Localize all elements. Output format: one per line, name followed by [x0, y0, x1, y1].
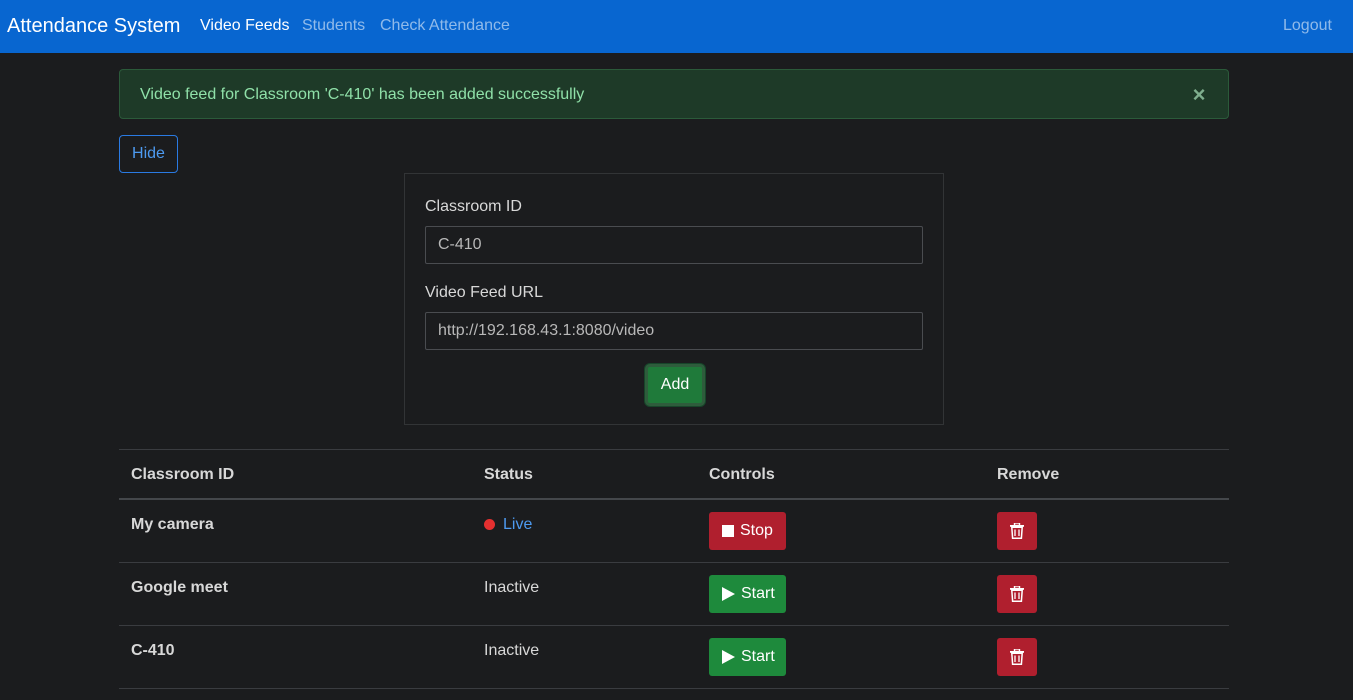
start-button[interactable]: Start — [709, 638, 786, 676]
nav-video-feeds[interactable]: Video Feeds — [200, 16, 290, 36]
table-row: My camera Live Stop — [119, 500, 1229, 563]
feeds-table: Classroom ID Status Controls Remove My c… — [119, 449, 1229, 689]
hide-button[interactable]: Hide — [119, 135, 178, 173]
nav-logout[interactable]: Logout — [1283, 16, 1332, 36]
brand-title[interactable]: Attendance System — [7, 13, 180, 39]
trash-icon — [1010, 586, 1024, 602]
classroom-name: My camera — [131, 516, 214, 533]
status-text: Inactive — [484, 642, 540, 659]
remove-button[interactable] — [997, 575, 1037, 613]
table-header-row: Classroom ID Status Controls Remove — [119, 450, 1229, 500]
stop-square-icon — [722, 525, 734, 537]
header-controls: Controls — [709, 466, 775, 483]
navbar: Attendance System Video Feeds Students C… — [0, 0, 1353, 53]
table-row: Google meet Inactive Start — [119, 563, 1229, 626]
stop-label: Stop — [740, 522, 773, 539]
status-text: Inactive — [484, 579, 540, 596]
close-icon[interactable]: × — [1192, 84, 1206, 106]
start-label: Start — [741, 648, 775, 665]
header-remove: Remove — [997, 466, 1060, 483]
live-dot-icon — [484, 519, 495, 530]
play-icon — [722, 650, 735, 664]
classroom-name: C-410 — [131, 642, 175, 659]
start-label: Start — [741, 585, 775, 602]
alert-message: Video feed for Classroom 'C-410' has bee… — [140, 86, 585, 103]
video-feed-url-input[interactable]: http://192.168.43.1:8080/video — [425, 312, 923, 350]
table-row: C-410 Inactive Start — [119, 626, 1229, 689]
nav-check-attendance[interactable]: Check Attendance — [380, 16, 510, 36]
trash-icon — [1010, 523, 1024, 539]
trash-icon — [1010, 649, 1024, 665]
remove-button[interactable] — [997, 512, 1037, 550]
classroom-id-input[interactable]: C-410 — [425, 226, 923, 264]
header-classroom-id: Classroom ID — [131, 466, 235, 483]
video-feed-url-label: Video Feed URL — [425, 284, 543, 301]
play-icon — [722, 587, 735, 601]
status-text: Live — [503, 516, 533, 533]
add-button[interactable]: Add — [645, 364, 705, 406]
nav-students[interactable]: Students — [302, 16, 365, 36]
header-status: Status — [484, 466, 533, 483]
stop-button[interactable]: Stop — [709, 512, 786, 550]
start-button[interactable]: Start — [709, 575, 786, 613]
add-feed-form: Classroom ID C-410 Video Feed URL http:/… — [404, 173, 944, 425]
classroom-id-label: Classroom ID — [425, 198, 522, 215]
status-live: Live — [484, 515, 532, 535]
success-alert: Video feed for Classroom 'C-410' has bee… — [119, 69, 1229, 119]
classroom-name: Google meet — [131, 579, 228, 596]
remove-button[interactable] — [997, 638, 1037, 676]
